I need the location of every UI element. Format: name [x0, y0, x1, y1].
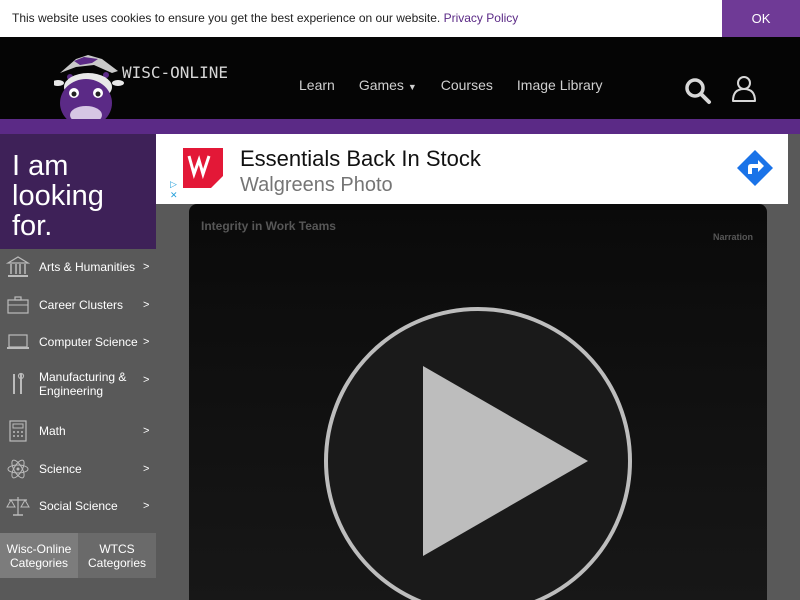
sidebar-heading-line: I am	[12, 150, 69, 182]
chevron-right-icon: >	[143, 261, 150, 273]
tools-icon	[6, 372, 30, 396]
calculator-icon	[6, 419, 30, 443]
ad-title[interactable]: Essentials Back In Stock	[240, 146, 481, 172]
nav-games-label: Games	[358, 77, 404, 93]
category-manufacturing-engineering[interactable]: Manufacturing & Engineering >	[0, 362, 156, 406]
video-player[interactable]: Integrity in Work Teams Narration	[189, 204, 767, 600]
sidebar: I am looking for. Arts & Humanities > Ca…	[0, 134, 156, 600]
ad-subtitle[interactable]: Walgreens Photo	[240, 174, 393, 197]
wtcs-categories-button[interactable]: WTCS Categories	[78, 533, 156, 578]
category-science[interactable]: Science >	[0, 451, 156, 487]
ad-choices-icon[interactable]: ▷ ✕	[170, 179, 178, 201]
play-icon[interactable]	[323, 306, 633, 600]
sidebar-heading-line: looking	[12, 180, 104, 212]
category-label: Manufacturing & Engineering	[39, 370, 127, 398]
category-career-clusters[interactable]: Career Clusters >	[0, 287, 156, 323]
atom-icon	[6, 457, 30, 481]
cookie-message-text: This website uses cookies to ensure you …	[12, 11, 441, 25]
cookie-ok-button[interactable]: OK	[722, 0, 800, 37]
site-header: WISC-ONLINE Learn Games ▼ Courses Image …	[0, 37, 800, 127]
video-title: Integrity in Work Teams	[201, 219, 336, 233]
cookie-message: This website uses cookies to ensure you …	[12, 11, 518, 25]
chevron-right-icon: >	[143, 425, 150, 437]
privacy-policy-link[interactable]: Privacy Policy	[444, 11, 519, 25]
narration-toggle[interactable]: Narration	[713, 232, 753, 242]
category-label: Math	[39, 424, 66, 438]
category-label: Arts & Humanities	[39, 260, 136, 274]
nav-courses[interactable]: Courses	[441, 77, 493, 93]
sidebar-heading-line: for.	[12, 210, 53, 242]
chevron-right-icon: >	[143, 299, 150, 311]
main-nav: Learn Games ▼ Courses Image Library	[299, 77, 602, 93]
nav-image-library[interactable]: Image Library	[517, 77, 603, 93]
building-icon	[6, 255, 30, 279]
nav-games[interactable]: Games ▼	[359, 77, 417, 93]
caret-down-icon: ▼	[407, 82, 417, 92]
laptop-icon	[6, 330, 30, 354]
nav-learn[interactable]: Learn	[299, 77, 335, 93]
wisc-online-categories-button[interactable]: Wisc-Online Categories	[0, 533, 78, 578]
wisc-online-cow-logo[interactable]	[54, 53, 124, 129]
chevron-right-icon: >	[143, 374, 150, 386]
advertisement-banner[interactable]: Essentials Back In Stock Walgreens Photo…	[156, 134, 788, 204]
category-label: Social Science	[39, 499, 118, 513]
cookie-banner: This website uses cookies to ensure you …	[0, 0, 800, 37]
category-computer-science[interactable]: Computer Science >	[0, 324, 156, 360]
directions-arrow-icon[interactable]	[736, 149, 774, 187]
sidebar-heading: I am looking for.	[0, 134, 156, 249]
walgreens-logo	[183, 148, 223, 188]
user-icon[interactable]	[731, 75, 757, 103]
scales-icon	[6, 494, 30, 518]
category-label: Career Clusters	[39, 298, 124, 312]
category-arts-humanities[interactable]: Arts & Humanities >	[0, 249, 156, 285]
search-icon[interactable]	[684, 77, 712, 105]
purple-band	[0, 119, 800, 134]
chevron-right-icon: >	[143, 463, 150, 475]
chevron-right-icon: >	[143, 336, 150, 348]
logo-text[interactable]: WISC-ONLINE	[122, 63, 228, 82]
category-math[interactable]: Math >	[0, 413, 156, 449]
category-social-science[interactable]: Social Science >	[0, 488, 156, 524]
category-label: Computer Science	[39, 335, 138, 349]
briefcase-icon	[6, 293, 30, 317]
category-tabs: Wisc-Online Categories WTCS Categories	[0, 533, 156, 578]
category-label: Science	[39, 462, 82, 476]
chevron-right-icon: >	[143, 500, 150, 512]
